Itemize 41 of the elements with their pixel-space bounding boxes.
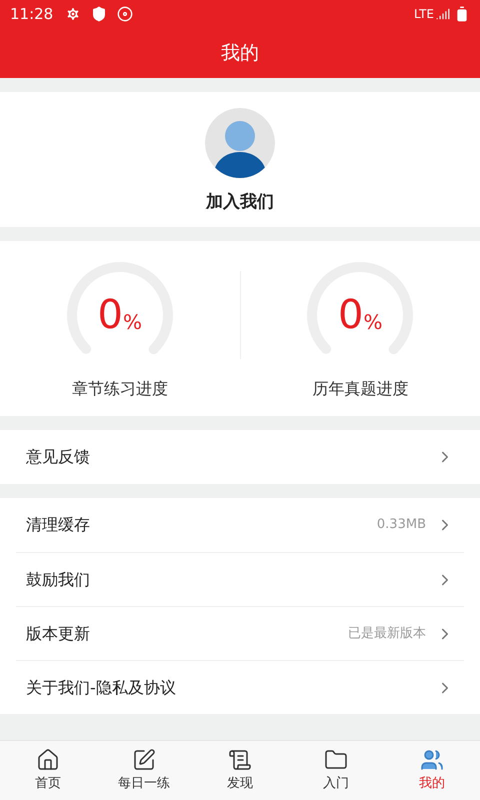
menu-item[interactable]: 版本更新 已是最新版本 bbox=[16, 606, 464, 660]
status-time: 11:28 bbox=[10, 4, 54, 25]
settings-icon bbox=[65, 6, 82, 22]
signal-icon bbox=[436, 7, 450, 21]
nav-tab[interactable]: 每日一练 bbox=[96, 741, 192, 800]
menu-detail: 已是最新版本 bbox=[348, 624, 426, 643]
page-title: 我的 bbox=[221, 40, 259, 66]
disc-icon bbox=[117, 6, 134, 22]
tab-label: 每日一练 bbox=[118, 774, 170, 793]
progress-label: 历年真题进度 bbox=[312, 378, 408, 400]
avatar-icon[interactable] bbox=[205, 108, 275, 178]
menu-item[interactable]: 清理缓存 0.33MB bbox=[16, 498, 464, 552]
nav-tab[interactable]: 首页 bbox=[0, 741, 96, 800]
tab-label: 首页 bbox=[35, 774, 61, 793]
folder-icon bbox=[324, 748, 348, 772]
document-icon bbox=[228, 748, 252, 772]
nav-tab[interactable]: 入门 bbox=[288, 741, 384, 800]
menu-detail: 0.33MB bbox=[376, 516, 426, 534]
menu-label: 版本更新 bbox=[26, 622, 91, 644]
users-icon bbox=[420, 748, 444, 772]
tab-label: 入门 bbox=[323, 774, 349, 793]
home-icon bbox=[36, 748, 60, 772]
nav-tab[interactable]: 发现 bbox=[192, 741, 288, 800]
menu-label: 鼓励我们 bbox=[26, 568, 91, 590]
percent-sign: % bbox=[122, 312, 142, 332]
join-us-text[interactable]: 加入我们 bbox=[206, 190, 274, 216]
menu-label: 意见反馈 bbox=[26, 446, 91, 468]
tab-label: 发现 bbox=[227, 774, 253, 793]
percent-sign: % bbox=[363, 312, 382, 332]
menu-item[interactable]: 关于我们-隐私及协议 bbox=[16, 660, 464, 714]
progress-label: 章节练习进度 bbox=[72, 378, 168, 400]
progress-value: 0 bbox=[338, 294, 364, 334]
shield-icon bbox=[91, 6, 108, 22]
nav-tab[interactable]: 我的 bbox=[384, 741, 480, 800]
network-type: LTE bbox=[414, 6, 434, 23]
pen-icon bbox=[132, 748, 156, 772]
menu-label: 关于我们-隐私及协议 bbox=[26, 676, 177, 698]
menu-item[interactable]: 鼓励我们 bbox=[16, 552, 464, 606]
progress-value: 0 bbox=[98, 294, 123, 334]
tab-label: 我的 bbox=[419, 774, 445, 793]
menu-label: 清理缓存 bbox=[26, 514, 91, 536]
